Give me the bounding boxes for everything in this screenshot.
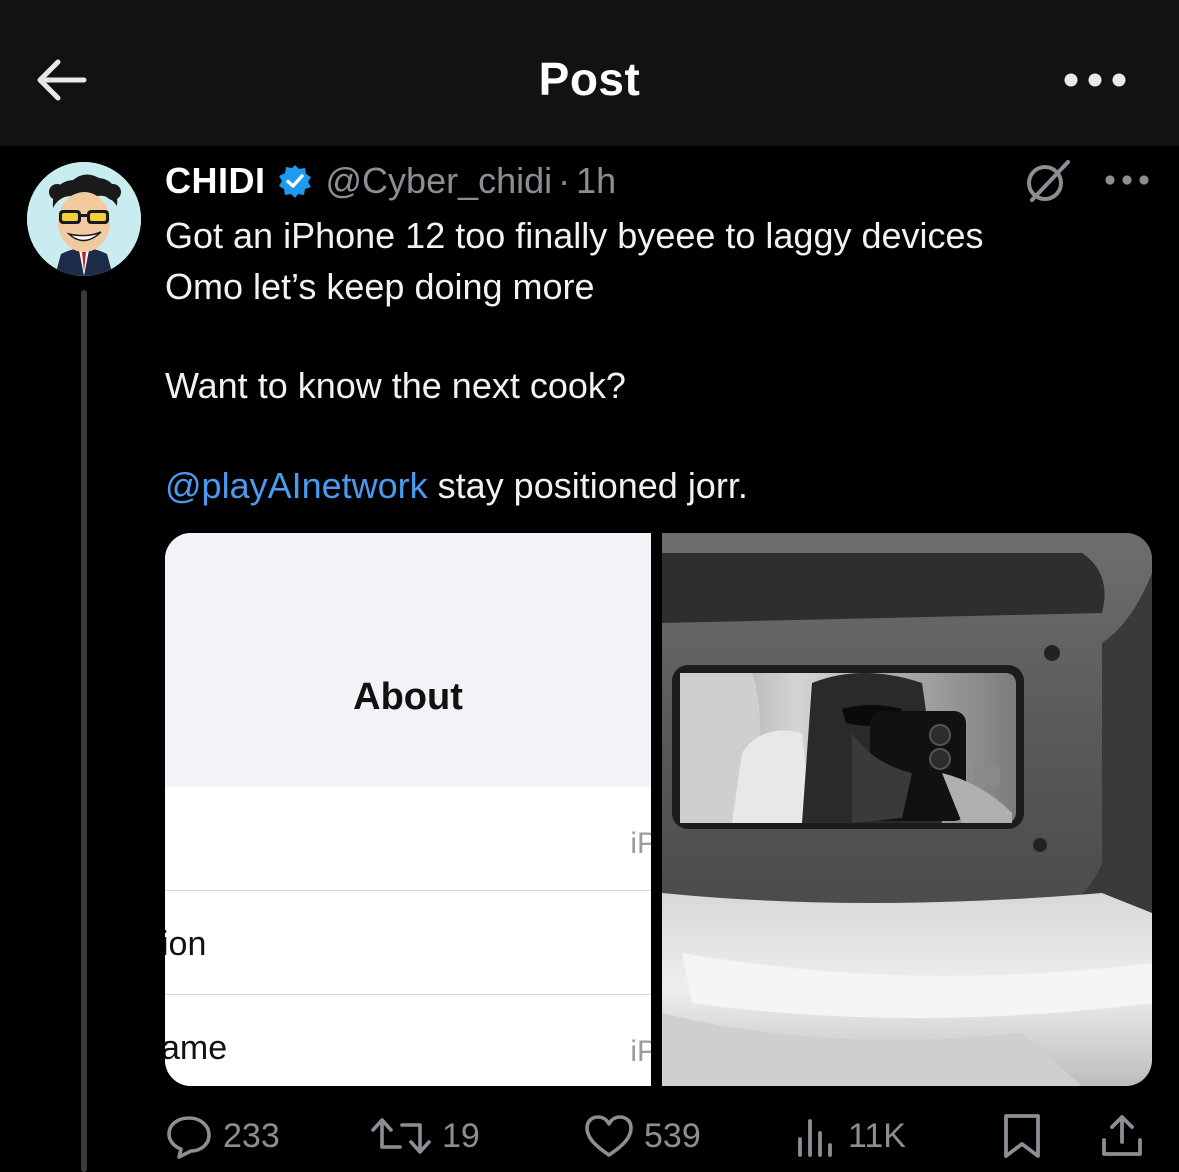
- post-action-bar: 233 19 539 11K: [0, 1106, 1179, 1166]
- repost-icon: [371, 1118, 431, 1154]
- row-label: ame: [165, 1029, 228, 1067]
- settings-row: ame iP: [165, 995, 651, 1086]
- settings-row: ion: [165, 891, 651, 995]
- thread-line: [81, 290, 87, 1172]
- bookmark-icon: [1004, 1114, 1040, 1158]
- about-header: About: [165, 533, 651, 787]
- like-count: 539: [644, 1116, 701, 1155]
- verified-badge-icon: [278, 165, 311, 198]
- reply-icon: [167, 1116, 211, 1159]
- share-icon: [1102, 1115, 1142, 1156]
- view-count: 11K: [848, 1116, 906, 1155]
- user-handle[interactable]: @Cyber_chidi: [326, 160, 553, 202]
- mirror-selfie-photo[interactable]: [662, 533, 1152, 1086]
- top-bar: Post: [0, 0, 1179, 146]
- post-author-line: CHIDI @Cyber_chidi · 1h: [165, 158, 616, 204]
- about-title: About: [353, 676, 463, 718]
- views-button[interactable]: 11K: [794, 1106, 906, 1166]
- reply-count: 233: [223, 1116, 280, 1155]
- post-body: Got an iPhone 12 too finally byeee to la…: [165, 210, 1145, 506]
- grok-button[interactable]: [1022, 158, 1072, 204]
- cartoon-avatar-icon: [27, 162, 141, 276]
- heart-icon: [585, 1115, 633, 1157]
- row-value: iP: [630, 827, 651, 860]
- about-screenshot-image[interactable]: About iP ion ame iP: [165, 533, 651, 1086]
- like-button[interactable]: 539: [584, 1106, 701, 1166]
- post-timestamp[interactable]: 1h: [576, 160, 616, 202]
- post-more-button[interactable]: [1100, 160, 1154, 200]
- more-options-button[interactable]: [1060, 60, 1130, 100]
- analytics-icon: [798, 1119, 832, 1157]
- media-divider: [651, 533, 662, 1086]
- post-question: Want to know the next cook?: [165, 365, 626, 406]
- display-name[interactable]: CHIDI: [165, 160, 266, 202]
- post-text-line: Omo let’s keep doing more: [165, 266, 595, 307]
- repost-count: 19: [442, 1116, 480, 1155]
- mention-trailing-text: stay positioned jorr.: [427, 465, 748, 506]
- post-text-line: Got an iPhone 12 too finally byeee to la…: [165, 215, 984, 256]
- separator-dot: ·: [558, 160, 571, 201]
- photo-image: [662, 533, 1152, 1086]
- post-media[interactable]: About iP ion ame iP: [165, 533, 1152, 1086]
- row-value: iP: [630, 1035, 651, 1068]
- share-button[interactable]: [1098, 1106, 1146, 1166]
- row-label: ion: [165, 925, 207, 963]
- mention-link[interactable]: @playAInetwork: [165, 465, 428, 506]
- reply-button[interactable]: 233: [165, 1106, 280, 1166]
- avatar[interactable]: [27, 162, 141, 276]
- page-title: Post: [538, 53, 641, 105]
- settings-row: iP: [165, 787, 651, 891]
- bookmark-button[interactable]: [1000, 1106, 1044, 1166]
- ellipsis-icon: [1064, 73, 1126, 87]
- grok-icon: [1027, 160, 1070, 202]
- repost-button[interactable]: 19: [370, 1106, 480, 1166]
- post-mention-line: @playAInetwork stay positioned jorr.: [165, 460, 748, 511]
- ellipsis-icon: [1105, 175, 1149, 185]
